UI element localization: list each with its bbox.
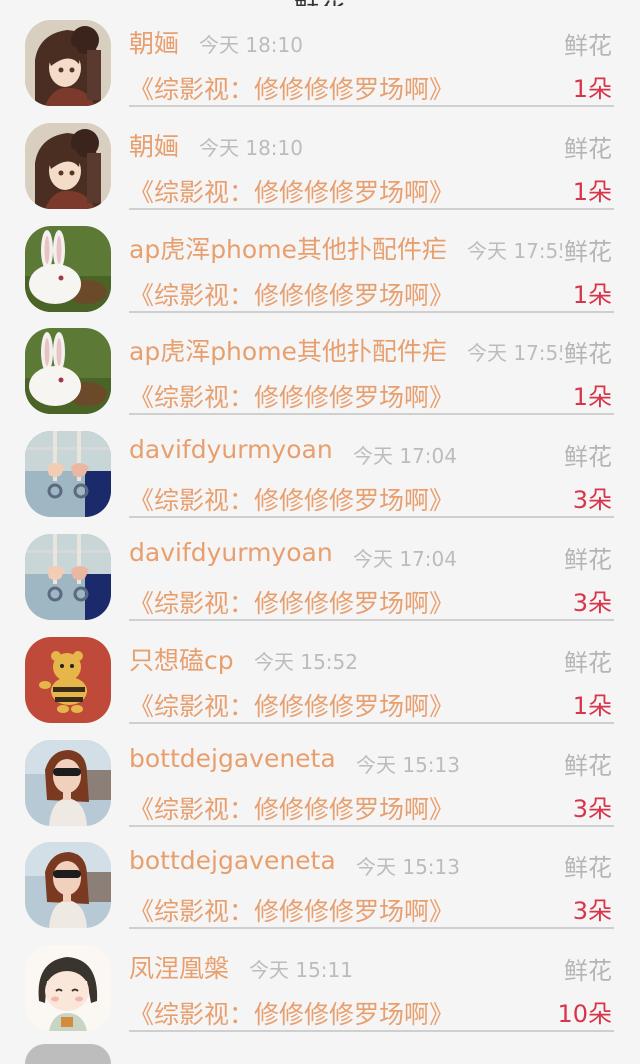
sender-name[interactable]: 凤涅凰槃 — [129, 949, 229, 985]
gift-type-label: 鲜花 — [562, 26, 612, 61]
list-item[interactable]: bottdejgaveneta 今天 15:13 鲜花《综影视：修修修修罗场啊》 3朵 — [0, 826, 640, 930]
list-item[interactable]: bottdejgaveneta 今天 15:13 鲜花《综影视：修修修修罗场啊》 3朵 — [0, 724, 640, 827]
sender-name[interactable]: 只想磕cp — [129, 641, 234, 677]
list-item[interactable]: 只想磕cp 今天 15:52 鲜花《综影视：修修修修罗场啊》 1朵 — [0, 621, 640, 724]
flower-count: 1朵 — [572, 177, 612, 206]
list-item[interactable]: 朝婳 今天 18:10 鲜花《综影视：修修修修罗场啊》 1朵 — [0, 107, 640, 210]
book-title[interactable]: 《综影视：修修修修罗场啊》 — [129, 378, 454, 414]
gift-type-label: 鲜花 — [562, 745, 612, 781]
timestamp: 今天 15:11 — [249, 958, 353, 983]
flower-count: 10朵 — [557, 1000, 612, 1029]
avatar[interactable] — [25, 945, 111, 1032]
gift-type-label: 鲜花 — [562, 231, 612, 267]
book-title[interactable]: 《综影视：修修修修罗场啊》 — [129, 687, 454, 723]
gift-type-label: 鲜花 — [562, 334, 612, 370]
timestamp: 今天 18:10 — [199, 135, 303, 160]
list-item[interactable]: ap虎浑phome其他扑配件疟 今天 17:55 鲜花《综影视：修修修修罗场啊》 1朵 — [0, 312, 640, 416]
avatar[interactable] — [25, 122, 111, 209]
flower-count: 3朵 — [572, 486, 612, 515]
timestamp: 今天 15:13 — [356, 752, 460, 777]
sender-name[interactable]: bottdejgaveneta — [129, 846, 336, 875]
list-item[interactable]: davifdyurmyoan 今天 17:04 鲜花《综影视：修修修修罗场啊》 3朵 — [0, 518, 640, 621]
sender-name[interactable]: bottdejgaveneta — [129, 744, 336, 773]
avatar[interactable] — [25, 636, 111, 723]
avatar[interactable] — [25, 225, 111, 312]
book-title[interactable]: 《综影视：修修修修罗场啊》 — [129, 584, 454, 620]
book-title[interactable]: 《综影视：修修修修罗场啊》 — [129, 995, 454, 1031]
gift-type-label: 鲜花 — [562, 642, 612, 678]
avatar[interactable] — [25, 328, 111, 415]
sender-name[interactable]: ap虎浑phome其他扑配件疟 — [129, 230, 447, 266]
flower-record-list: 朝婳 今天 18:10 鲜花 《综影视：修修修修罗场啊》 1朵 朝婳 今天 18:10 鲜花… — [0, 4, 640, 1033]
timestamp: 今天 17:04 — [353, 444, 457, 469]
partial-next-row-avatar — [25, 1044, 111, 1064]
flower-count: 3朵 — [572, 794, 612, 823]
book-title[interactable]: 《综影视：修修修修罗场啊》 — [129, 481, 454, 517]
flower-count: 1朵 — [572, 691, 612, 720]
flower-count: 3朵 — [572, 897, 612, 926]
gift-type-label: 鲜花 — [562, 128, 612, 164]
flower-count: 1朵 — [572, 280, 612, 309]
avatar[interactable] — [25, 20, 111, 106]
sender-name[interactable]: davifdyurmyoan — [129, 538, 333, 567]
gift-type-label: 鲜花 — [562, 539, 612, 575]
flower-count: 1朵 — [572, 383, 612, 412]
list-item[interactable]: 朝婳 今天 18:10 鲜花《综影视：修修修修罗场啊》 1朵 — [0, 4, 640, 107]
row-divider — [129, 1030, 614, 1033]
book-title[interactable]: 《综影视：修修修修罗场啊》 — [129, 173, 454, 209]
avatar[interactable] — [25, 842, 111, 929]
gift-type-label: 鲜花 — [562, 951, 612, 987]
list-item[interactable]: 凤涅凰槃 今天 15:11 鲜花《综影视：修修修修罗场啊》 10朵 — [0, 929, 640, 1033]
sender-name[interactable]: 朝婳 — [129, 24, 179, 60]
timestamp: 今天 17:04 — [353, 546, 457, 571]
timestamp: 今天 15:13 — [356, 855, 460, 880]
list-item[interactable]: davifdyurmyoan 今天 17:04 鲜花《综影视：修修修修罗场啊》 3朵 — [0, 415, 640, 519]
sender-name[interactable]: 朝婳 — [129, 127, 179, 163]
timestamp: 今天 17:55 — [467, 341, 571, 366]
gift-type-label: 鲜花 — [562, 437, 612, 473]
avatar[interactable] — [25, 739, 111, 826]
sender-name[interactable]: ap虎浑phome其他扑配件疟 — [129, 332, 447, 368]
book-title[interactable]: 《综影视：修修修修罗场啊》 — [129, 276, 454, 312]
list-item[interactable]: ap虎浑phome其他扑配件疟 今天 17:55 鲜花《综影视：修修修修罗场啊》 1朵 — [0, 210, 640, 313]
sender-name[interactable]: davifdyurmyoan — [129, 435, 333, 464]
book-title[interactable]: 《综影视：修修修修罗场啊》 — [129, 790, 454, 826]
book-title[interactable]: 《综影视：修修修修罗场啊》 — [129, 70, 454, 106]
timestamp: 今天 18:10 — [199, 33, 303, 57]
timestamp: 今天 17:55 — [467, 238, 571, 263]
timestamp: 今天 15:52 — [254, 649, 358, 674]
avatar[interactable] — [25, 431, 111, 518]
avatar[interactable] — [25, 533, 111, 620]
flower-count: 3朵 — [572, 588, 612, 617]
book-title[interactable]: 《综影视：修修修修罗场啊》 — [129, 892, 454, 928]
flower-count: 1朵 — [572, 75, 612, 103]
gift-type-label: 鲜花 — [562, 848, 612, 884]
